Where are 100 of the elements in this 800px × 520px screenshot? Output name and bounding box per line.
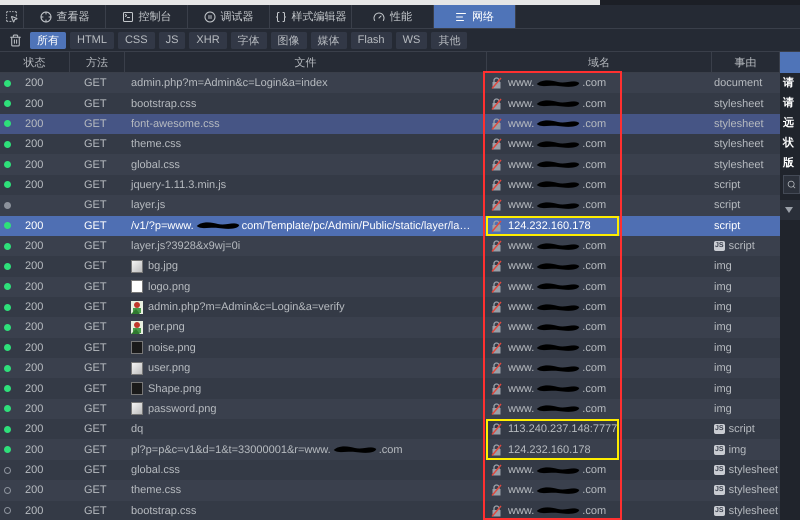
method-text: GET bbox=[83, 402, 107, 415]
file-name: pl?p=p&c=v1&d=1&t=33000001&r=www. bbox=[131, 444, 331, 456]
file-name: bootstrap.css bbox=[131, 98, 196, 110]
filter-button[interactable]: 其他 bbox=[431, 32, 468, 48]
insecure-lock-icon bbox=[491, 178, 502, 191]
domain-text: .com bbox=[582, 301, 606, 314]
file-name: bootstrap.css bbox=[131, 504, 196, 517]
insecure-lock-icon bbox=[491, 199, 502, 212]
domain-text: www. bbox=[508, 301, 534, 314]
redaction-mark bbox=[536, 180, 580, 190]
redaction-mark bbox=[536, 99, 580, 108]
domain-text: www. bbox=[508, 77, 534, 90]
request-row[interactable]: 200 GET bg.jpg www. .com img bbox=[0, 256, 780, 277]
domain-text: 124.232.160.178 bbox=[508, 220, 591, 232]
filter-button[interactable]: CSS bbox=[118, 32, 155, 48]
method-text: GET bbox=[83, 138, 107, 150]
filter-button[interactable]: Flash bbox=[350, 32, 392, 48]
devtools-tab[interactable]: 控制台 bbox=[106, 5, 188, 28]
request-row[interactable]: 200 GET password.png www. .com img bbox=[0, 398, 780, 420]
status-code: 200 bbox=[24, 77, 44, 90]
file-name: layer.js?3928&x9wj=0i bbox=[131, 240, 240, 252]
cause-text: script bbox=[714, 220, 740, 232]
insecure-lock-icon bbox=[491, 98, 502, 110]
status-code: 200 bbox=[24, 464, 44, 476]
domain-text: www. bbox=[508, 98, 534, 110]
filter-button[interactable]: 所有 bbox=[30, 32, 66, 48]
domain-text: www. bbox=[508, 321, 534, 334]
request-row[interactable]: 200 GET per.png www. .com img bbox=[0, 317, 780, 338]
request-row[interactable]: 200 GET logo.png www. .com img bbox=[0, 276, 780, 297]
filter-button[interactable]: 媒体 bbox=[310, 32, 347, 48]
cause-text: img bbox=[714, 382, 732, 395]
filter-button[interactable]: WS bbox=[396, 32, 428, 48]
thumbnail-icon bbox=[131, 280, 143, 294]
devtools-tab[interactable]: 网络 bbox=[434, 5, 516, 28]
search-field[interactable] bbox=[783, 175, 800, 194]
method-text: GET bbox=[83, 321, 107, 334]
method-text: GET bbox=[83, 301, 107, 314]
request-row[interactable]: 200 GET theme.css www. .com stylesheet bbox=[0, 134, 780, 154]
section-header[interactable] bbox=[780, 200, 800, 220]
filter-button[interactable]: 字体 bbox=[230, 32, 267, 48]
request-row[interactable]: 200 GET user.png www. .com img bbox=[0, 358, 780, 378]
search-icon bbox=[787, 180, 796, 189]
cause-text: img bbox=[714, 301, 732, 314]
method-text: GET bbox=[83, 382, 107, 395]
status-code: 200 bbox=[24, 118, 44, 130]
cause-text: stylesheet bbox=[728, 484, 778, 496]
request-row[interactable]: 200 GET noise.png www. .com img bbox=[0, 338, 780, 358]
method-text: GET bbox=[83, 77, 107, 90]
domain-text: .com bbox=[582, 402, 606, 415]
filter-button[interactable]: 图像 bbox=[270, 32, 307, 48]
side-label: 状 bbox=[782, 136, 795, 151]
request-row[interactable]: 200 GET font-awesome.css www. .com stylesheet bbox=[0, 114, 780, 134]
domain-text: .com bbox=[582, 240, 606, 252]
insecure-lock-icon bbox=[491, 280, 502, 293]
status-code: 200 bbox=[24, 158, 44, 171]
domain-text: www. bbox=[508, 158, 534, 171]
thumbnail-icon bbox=[131, 362, 143, 375]
request-row[interactable]: GET layer.js www. .com script bbox=[0, 195, 780, 216]
file-name: per.png bbox=[148, 321, 185, 334]
domain-text: .com bbox=[582, 77, 606, 90]
insecure-lock-icon bbox=[491, 138, 502, 150]
column-header[interactable]: 状态 bbox=[0, 52, 70, 72]
request-row[interactable]: 200 GET Shape.png www. .com img bbox=[0, 378, 780, 399]
redaction-mark bbox=[536, 242, 580, 251]
request-row[interactable]: 200 GET admin.php?m=Admin&c=Login&a=verify www. .com img bbox=[0, 296, 780, 318]
filter-button[interactable]: HTML bbox=[70, 32, 114, 48]
terminal-icon bbox=[122, 10, 134, 22]
request-row[interactable]: 200 GET global.css www. .com stylesheet bbox=[0, 154, 780, 175]
column-header[interactable]: 文件 bbox=[125, 52, 487, 72]
file-name: admin.php?m=Admin&c=Login&a=index bbox=[131, 77, 328, 90]
redaction-mark bbox=[332, 445, 377, 454]
domain-text: .com bbox=[582, 504, 606, 517]
domain-text: www. bbox=[508, 342, 534, 354]
status-code: 200 bbox=[24, 178, 44, 191]
status-code: 200 bbox=[24, 504, 44, 517]
devtools-tab[interactable]: 查看器 bbox=[24, 5, 106, 28]
column-header[interactable]: 域名 bbox=[487, 52, 712, 72]
devtools-tab[interactable]: 调试器 bbox=[188, 5, 270, 28]
thumbnail-icon bbox=[131, 341, 143, 354]
lines-icon bbox=[455, 10, 467, 22]
request-row[interactable]: 200 GET bootstrap.css www. .com stylesheet bbox=[0, 93, 780, 114]
devtools-tab[interactable]: 样式编辑器 bbox=[270, 5, 352, 28]
insecure-lock-icon bbox=[491, 484, 502, 496]
column-header[interactable]: 方法 bbox=[70, 52, 125, 72]
filter-button[interactable]: XHR bbox=[189, 32, 227, 48]
cause-text: script bbox=[714, 178, 740, 191]
request-row[interactable]: 200 GET admin.php?m=Admin&c=Login&a=index www. .com document bbox=[0, 73, 780, 94]
file-name: /v1/?p=www. bbox=[131, 220, 194, 232]
domain-text: www. bbox=[508, 240, 534, 252]
status-code: 200 bbox=[24, 484, 44, 496]
request-row[interactable]: 200 GET jquery-1.11.3.min.js www. .com script bbox=[0, 174, 780, 196]
filter-button[interactable]: JS bbox=[158, 32, 186, 48]
insecure-lock-icon bbox=[491, 240, 502, 252]
status-code: 200 bbox=[24, 260, 44, 272]
file-name: noise.png bbox=[148, 342, 196, 354]
side-label: 版 bbox=[782, 156, 795, 171]
domain-text: www. bbox=[508, 362, 534, 374]
request-row[interactable]: 200 GET /v1/?p=www. com/Template/pc/Admin/Public/static/layer/la… 124.232.160.178 script bbox=[0, 216, 780, 236]
redaction-mark bbox=[536, 119, 580, 128]
status-code: 200 bbox=[24, 98, 44, 110]
